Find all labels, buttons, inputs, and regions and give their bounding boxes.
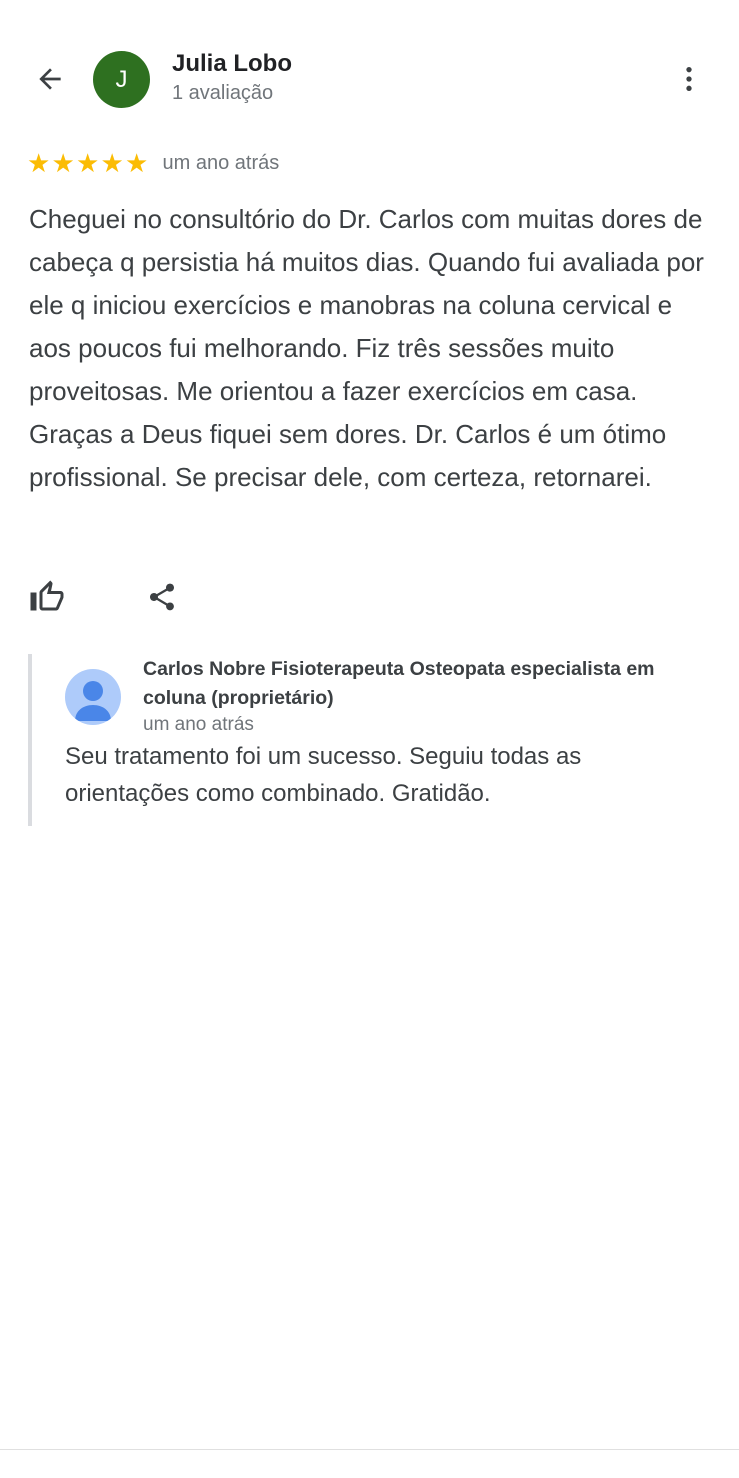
reply-text: Seu tratamento foi um sucesso. Seguiu to… <box>65 743 582 807</box>
review-text: Cheguei no consultório do Dr. Carlos com… <box>29 204 704 492</box>
reviewer-review-count: 1 avaliação <box>172 82 274 104</box>
more-options-button[interactable] <box>668 58 710 100</box>
star-rating: ★ ★ ★ ★ ★ <box>27 150 150 176</box>
reviewer-avatar[interactable]: J <box>93 51 150 108</box>
owner-name: Carlos Nobre Fisioterapeuta Osteopata es… <box>143 658 655 709</box>
person-icon <box>75 681 111 721</box>
owner-reply: Carlos Nobre Fisioterapeuta Osteopata es… <box>28 654 722 826</box>
like-button[interactable] <box>28 578 66 616</box>
bottom-divider <box>0 1449 739 1450</box>
reply-date: um ano atrás <box>143 714 254 735</box>
owner-avatar <box>65 669 121 725</box>
star-icon: ★ <box>125 148 149 178</box>
arrow-left-icon <box>39 68 61 90</box>
star-icon: ★ <box>76 148 100 178</box>
more-vert-icon <box>686 67 692 91</box>
star-icon: ★ <box>27 148 51 178</box>
review-header: J Julia Lobo 1 avaliação <box>0 0 739 140</box>
review-date: um ano atrás <box>162 151 280 174</box>
thumb-up-icon <box>30 580 64 611</box>
share-icon <box>150 583 174 611</box>
share-button[interactable] <box>144 578 180 616</box>
star-icon: ★ <box>100 148 124 178</box>
back-button[interactable] <box>30 58 70 100</box>
star-icon: ★ <box>51 148 75 178</box>
reviewer-name[interactable]: Julia Lobo <box>172 50 292 78</box>
rating-row: ★ ★ ★ ★ ★ um ano atrás <box>27 150 279 176</box>
